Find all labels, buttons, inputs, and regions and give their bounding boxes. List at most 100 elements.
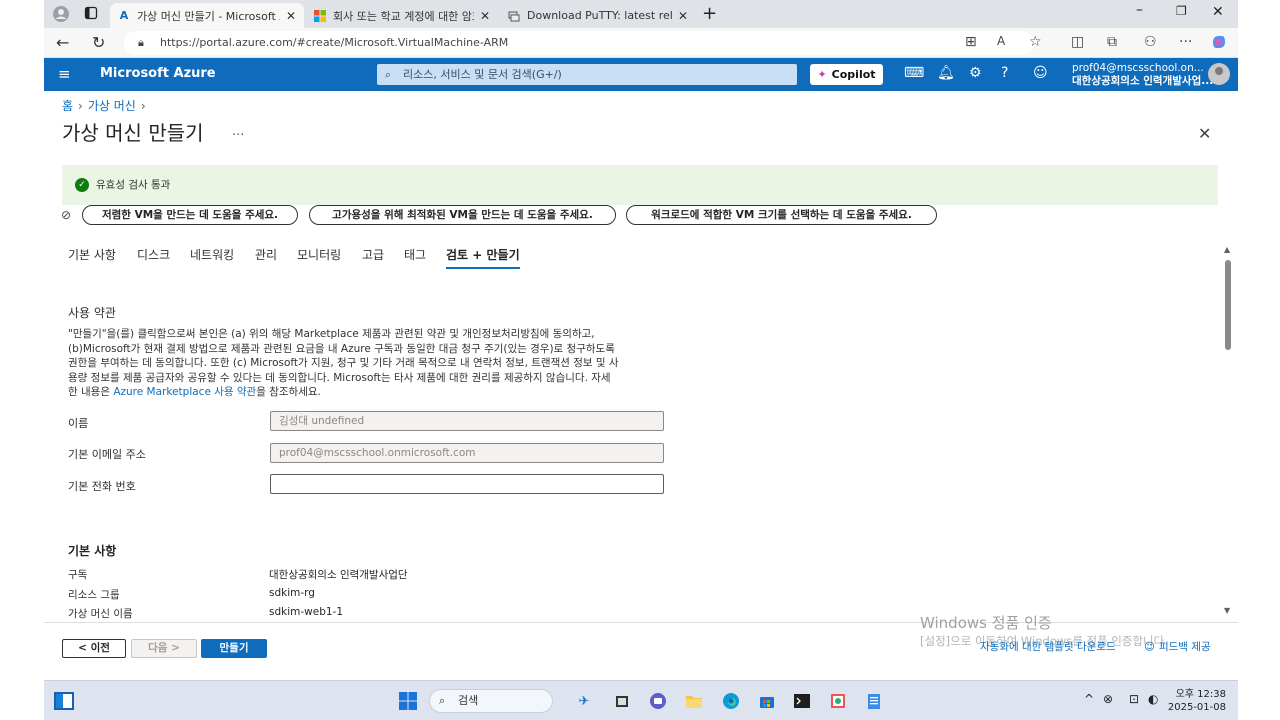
suggestion-high-availability[interactable]: 고가용성을 위해 최적화된 VM을 만드는 데 도움을 주세요. — [309, 205, 616, 225]
edge-browser-icon[interactable] — [721, 691, 741, 711]
split-screen-icon[interactable]: ◫ — [1071, 34, 1084, 50]
validation-text: 유효성 검사 통과 — [96, 179, 171, 191]
name-field: 김성대 undefined — [270, 411, 664, 431]
subscription-value: 대한상공회의소 인력개발사업단 — [269, 569, 408, 581]
avatar[interactable] — [1208, 63, 1230, 85]
search-icon: ⌕ — [385, 68, 392, 81]
minimize-icon[interactable]: – — [1136, 2, 1143, 18]
taskbar-search-label: 검색 — [458, 694, 479, 707]
read-aloud-icon[interactable]: A — [997, 34, 1005, 48]
suggestion-vm-size[interactable]: 워크로드에 적합한 VM 크기를 선택하는 데 도움을 주세요. — [626, 205, 937, 225]
windows-taskbar: ⌕ 검색 ✈︎ ^ ⊗ ⊡ ◐ 오후 12:38 2025-01-08 — [44, 680, 1238, 720]
breadcrumb-home[interactable]: 홈 — [62, 99, 73, 113]
download-template-link[interactable]: 자동화에 대한 템플릿 다운로드 — [980, 639, 1116, 654]
page-title: 가상 머신 만들기 — [62, 121, 204, 145]
tab-management[interactable]: 관리 — [255, 246, 277, 263]
tab-advanced[interactable]: 고급 — [362, 246, 384, 263]
azure-favicon-icon: A — [119, 9, 129, 22]
more-actions-button[interactable]: ... — [232, 124, 244, 139]
feedback-person-icon: ☺ — [1144, 641, 1155, 653]
copilot-button[interactable]: ✦ Copilot — [810, 64, 883, 85]
refresh-icon[interactable]: ↻ — [92, 33, 105, 52]
start-windows-icon[interactable] — [398, 691, 418, 711]
notifications-bell-icon[interactable]: 🔔︎ — [937, 65, 955, 81]
marketplace-terms-link[interactable]: Azure Marketplace 사용 약관 — [113, 386, 256, 398]
microsoft-favicon-icon — [314, 9, 326, 22]
tab-password[interactable]: 회사 또는 학교 계정에 대한 암호 ✕ — [306, 3, 498, 28]
feedback-link[interactable]: ☺ 피드백 제공 — [1144, 639, 1211, 654]
tab-disks[interactable]: 디스크 — [137, 246, 170, 263]
scrollbar-thumb[interactable] — [1225, 260, 1231, 350]
settings-gear-icon[interactable]: ⚙ — [969, 65, 982, 81]
chevron-right-icon: › — [78, 99, 83, 113]
url-field[interactable]: 🔒︎ https://portal.azure.com/#create/Micr… — [124, 31, 1034, 55]
notepad-icon[interactable] — [864, 691, 884, 711]
snipping-tool-icon[interactable] — [828, 691, 848, 711]
extensions-icon[interactable]: ⚇ — [1144, 34, 1157, 50]
tray-overflow-icon[interactable]: ^ — [1084, 692, 1094, 706]
tray-app-icon[interactable]: ⊗ — [1103, 692, 1113, 706]
tab-networking[interactable]: 네트워킹 — [190, 246, 234, 263]
feedback-link-label: 피드백 제공 — [1158, 641, 1211, 653]
taskbar-search[interactable]: ⌕ 검색 — [429, 689, 553, 713]
close-tab-icon[interactable]: ✕ — [286, 9, 296, 23]
tab-azure[interactable]: A 가상 머신 만들기 - Microsoft Azu ✕ — [110, 3, 304, 28]
favorite-star-icon[interactable]: ☆ — [1029, 34, 1042, 50]
create-button[interactable]: 만들기 — [201, 639, 267, 658]
volume-icon[interactable]: ◐ — [1148, 692, 1158, 706]
collections-icon[interactable]: ⧉ — [1107, 34, 1117, 50]
copilot-suggestion-icon: ⊘ — [61, 208, 72, 222]
task-view-icon[interactable]: ✈︎ — [566, 691, 602, 711]
address-bar-row: ← ↻ 🔒︎ https://portal.azure.com/#create/… — [44, 28, 1238, 58]
more-menu-icon[interactable]: ··· — [1179, 34, 1192, 50]
suggestion-cheap-vm[interactable]: 저렴한 VM을 만드는 데 도움을 주세요. — [82, 205, 298, 225]
app-available-icon[interactable]: ⊞ — [965, 34, 977, 50]
vm-name-label: 가상 머신 이름 — [68, 608, 133, 620]
tab-tags[interactable]: 태그 — [404, 246, 426, 263]
taskbar-clock[interactable]: 오후 12:38 2025-01-08 — [1164, 688, 1226, 714]
file-explorer-icon[interactable] — [684, 691, 704, 711]
widgets-icon[interactable] — [54, 691, 74, 711]
basics-heading: 기본 사항 — [68, 544, 117, 558]
previous-button[interactable]: < 이전 — [62, 639, 126, 658]
portal-brand[interactable]: Microsoft Azure — [100, 66, 216, 81]
account-menu[interactable]: prof04@mscsschool.on... 대한상공회의소 인력개발사업..… — [1072, 62, 1213, 88]
phone-field[interactable] — [270, 474, 664, 494]
cloud-shell-icon[interactable]: ⌨ — [904, 65, 924, 81]
tab-actions-icon[interactable] — [84, 6, 98, 24]
close-tab-icon[interactable]: ✕ — [678, 9, 688, 23]
back-icon[interactable]: ← — [56, 33, 69, 52]
breadcrumb-virtual-machines[interactable]: 가상 머신 — [88, 99, 136, 113]
phone-label: 기본 전화 번호 — [68, 480, 136, 493]
restore-icon[interactable]: ❐ — [1176, 4, 1187, 18]
help-icon[interactable]: ? — [1001, 65, 1008, 81]
tab-putty[interactable]: Download PuTTY: latest release (0 ✕ — [500, 3, 696, 28]
clock-time: 오후 12:38 — [1175, 689, 1226, 700]
portal-menu-icon[interactable]: ≡ — [58, 65, 71, 83]
profile-icon[interactable] — [52, 5, 70, 27]
global-search-input[interactable]: ⌕ 리소스, 서비스 및 문서 검색(G+/) — [377, 64, 797, 85]
window-close-icon[interactable]: ✕ — [1212, 4, 1224, 20]
vm-name-value: sdkim-web1-1 — [269, 606, 344, 618]
copilot-sidebar-icon[interactable] — [1210, 33, 1228, 55]
new-tab-button[interactable]: + — [702, 3, 717, 24]
scroll-up-icon[interactable]: ▲ — [1224, 245, 1230, 254]
tab-title: 회사 또는 학교 계정에 대한 암호 — [333, 9, 474, 23]
scroll-down-icon[interactable]: ▼ — [1224, 606, 1230, 615]
close-tab-icon[interactable]: ✕ — [480, 9, 490, 23]
tab-monitoring[interactable]: 모니터링 — [297, 246, 341, 263]
feedback-icon[interactable]: ☺ — [1033, 65, 1048, 81]
terms-prefix: 한 내용은 — [68, 386, 114, 399]
search-placeholder: 리소스, 서비스 및 문서 검색(G+/) — [403, 68, 562, 81]
network-icon[interactable]: ⊡ — [1129, 692, 1139, 706]
store-icon[interactable] — [757, 691, 777, 711]
tab-review-create[interactable]: 검토 + 만들기 — [446, 246, 520, 269]
teams-chat-icon[interactable] — [648, 691, 668, 711]
lock-icon: 🔒︎ — [138, 36, 144, 49]
content-scrollbar[interactable]: ▲ ▼ — [1224, 245, 1234, 617]
file-manager-icon[interactable] — [612, 691, 632, 711]
close-blade-icon[interactable]: ✕ — [1198, 124, 1211, 143]
terminal-icon[interactable] — [792, 691, 812, 711]
tab-basics[interactable]: 기본 사항 — [68, 246, 116, 263]
validation-banner: ✓ 유효성 검사 통과 — [62, 165, 1218, 205]
